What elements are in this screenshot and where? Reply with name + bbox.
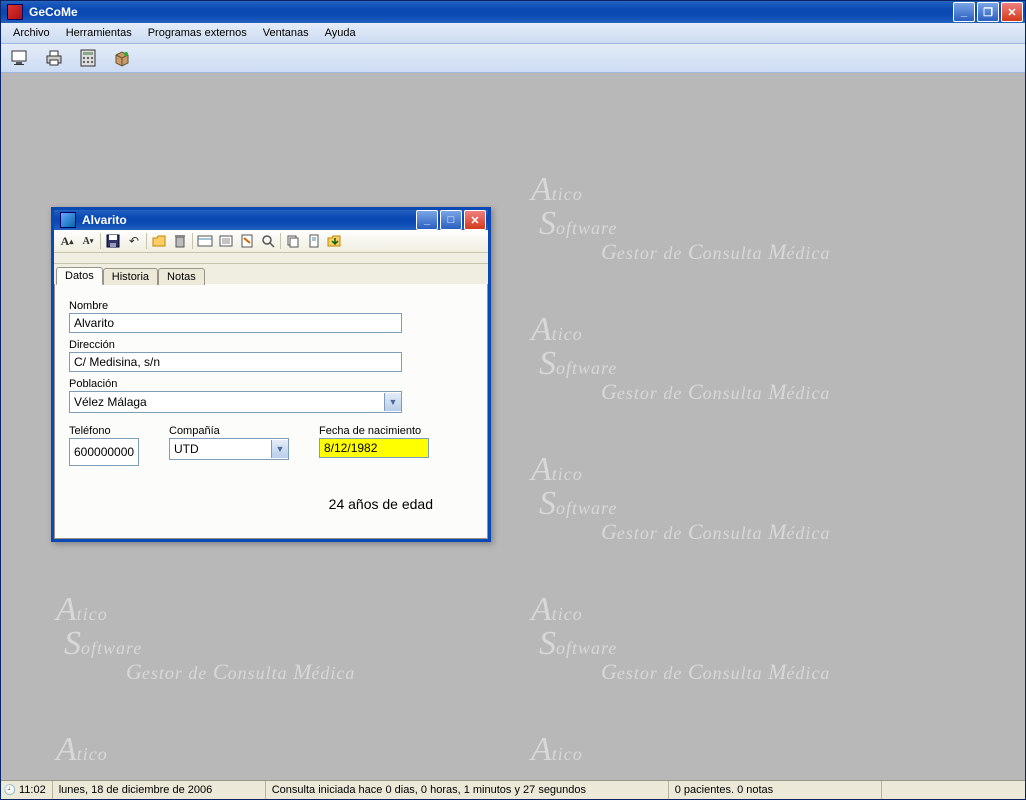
export-icon[interactable] (326, 232, 344, 250)
list-icon[interactable] (217, 232, 235, 250)
label-fecha: Fecha de nacimiento (319, 425, 429, 437)
label-nombre: Nombre (69, 300, 473, 312)
open-folder-icon[interactable] (150, 232, 168, 250)
note-icon[interactable] (238, 232, 256, 250)
watermark: Atico Software Gestor de Consulta Médica (531, 453, 830, 543)
patient-maximize-button[interactable]: □ (440, 210, 462, 230)
main-toolbar (1, 44, 1025, 73)
watermark: Atico Software Gestor de Consulta Médica (531, 593, 830, 683)
save-icon[interactable] (104, 232, 122, 250)
patient-tabs: Datos Historia Notas (54, 264, 488, 284)
watermark: Atico (56, 733, 108, 767)
label-telefono: Teléfono (69, 425, 139, 437)
status-counts: 0 pacientes. 0 notas (669, 781, 882, 799)
copy-icon[interactable] (284, 232, 302, 250)
watermark: Atico (531, 733, 583, 767)
menu-archivo[interactable]: Archivo (5, 25, 58, 41)
compania-combo[interactable]: UTD ▼ (169, 438, 289, 460)
compania-value: UTD (170, 442, 271, 456)
workspace: Atico Software Gestor de Consulta Médica… (1, 73, 1025, 780)
watermark: Atico Software Gestor de Consulta Médica (531, 313, 830, 403)
watermark: Atico Software Gestor de Consulta Médica (56, 593, 355, 683)
tab-notas[interactable]: Notas (158, 268, 205, 285)
patient-close-button[interactable]: ✕ (464, 210, 486, 230)
label-poblacion: Población (69, 378, 473, 390)
font-decrease-icon[interactable]: A▾ (79, 232, 97, 250)
toolbar-box-icon[interactable] (109, 46, 135, 70)
telefono-field[interactable] (69, 438, 139, 466)
search-icon[interactable] (259, 232, 277, 250)
close-button[interactable]: ✕ (1001, 2, 1023, 22)
nombre-field[interactable] (69, 313, 402, 333)
minimize-button[interactable]: _ (953, 2, 975, 22)
patient-minimize-button[interactable]: _ (416, 210, 438, 230)
fecha-nacimiento-field[interactable] (319, 438, 429, 458)
toolbar-calculator-icon[interactable] (75, 46, 101, 70)
status-session: Consulta iniciada hace 0 dias, 0 horas, … (266, 781, 669, 799)
app-icon (7, 4, 23, 20)
card-icon[interactable] (196, 232, 214, 250)
undo-icon[interactable]: ↶ (125, 232, 143, 250)
toolbar-screen-icon[interactable] (7, 46, 33, 70)
menu-herramientas[interactable]: Herramientas (58, 25, 140, 41)
direccion-field[interactable] (69, 352, 402, 372)
main-titlebar: GeCoMe _ ❐ ✕ (1, 1, 1025, 23)
age-text: 24 años de edad (69, 496, 473, 512)
menu-ayuda[interactable]: Ayuda (317, 25, 364, 41)
font-increase-icon[interactable]: A▴ (58, 232, 76, 250)
status-clock-icon: 🕘 (3, 783, 17, 797)
menu-programas[interactable]: Programas externos (140, 25, 255, 41)
toolbar-printer-icon[interactable] (41, 46, 67, 70)
watermark: Atico Software Gestor de Consulta Médica (531, 173, 830, 263)
patient-titlebar: Alvarito _ □ ✕ (54, 210, 488, 230)
poblacion-combo[interactable]: Vélez Málaga ▼ (69, 391, 402, 413)
main-window: GeCoMe _ ❐ ✕ Archivo Herramientas Progra… (0, 0, 1026, 800)
trash-icon[interactable] (171, 232, 189, 250)
chevron-down-icon[interactable]: ▼ (271, 440, 288, 458)
patient-window-icon (60, 212, 76, 228)
tab-datos[interactable]: Datos (56, 267, 103, 285)
tab-historia[interactable]: Historia (103, 268, 158, 285)
menubar: Archivo Herramientas Programas externos … (1, 23, 1025, 44)
patient-window: Alvarito _ □ ✕ A▴ A▾ ↶ (51, 207, 491, 542)
label-direccion: Dirección (69, 339, 473, 351)
tab-datos-content: Nombre Dirección Población Vélez Málaga … (54, 284, 488, 539)
report-icon[interactable] (305, 232, 323, 250)
poblacion-value: Vélez Málaga (70, 395, 384, 409)
app-title: GeCoMe (29, 5, 953, 19)
chevron-down-icon[interactable]: ▼ (384, 393, 401, 411)
status-date: lunes, 18 de diciembre de 2006 (53, 781, 266, 799)
status-time: 11:02 (19, 784, 46, 796)
patient-toolbar: A▴ A▾ ↶ (54, 230, 488, 253)
label-compania: Compañía (169, 425, 289, 437)
restore-button[interactable]: ❐ (977, 2, 999, 22)
patient-window-title: Alvarito (82, 213, 416, 227)
menu-ventanas[interactable]: Ventanas (255, 25, 317, 41)
statusbar: 🕘 11:02 lunes, 18 de diciembre de 2006 C… (1, 780, 1025, 799)
